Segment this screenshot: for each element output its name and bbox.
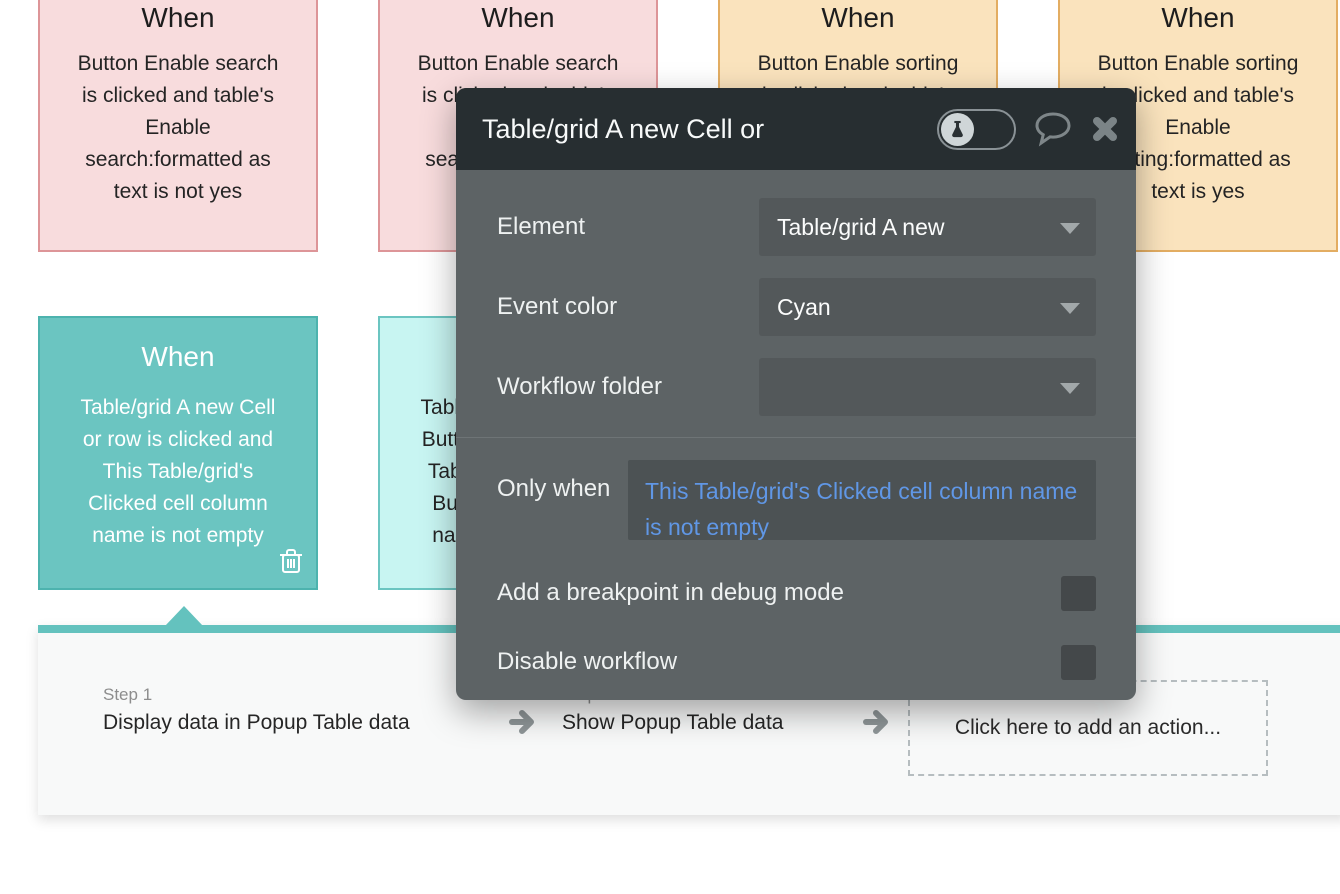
event-card-body: Button Enable search is clicked and tabl… — [77, 52, 279, 203]
event-card-title: When — [1161, 2, 1235, 33]
selected-event-pointer — [165, 606, 203, 626]
event-color-dropdown-value: Cyan — [777, 294, 831, 320]
add-action-label: Click here to add an action... — [954, 716, 1222, 739]
event-color-dropdown[interactable]: Cyan — [759, 278, 1096, 336]
event-color-label: Event color — [497, 293, 618, 320]
only-when-expression: This Table/grid's Clicked cell column na… — [645, 478, 1078, 540]
event-properties-modal: Table/grid A new Cell or Element Table/g… — [456, 88, 1136, 700]
workflow-folder-dropdown[interactable] — [759, 358, 1096, 416]
event-card-body: Table/grid A new Cell or row is clicked … — [80, 396, 276, 547]
experiment-flask-toggle[interactable] — [937, 108, 1016, 150]
event-card-enable-search-not-yes[interactable]: When Button Enable search is clicked and… — [38, 0, 318, 252]
step-arrow-icon — [862, 709, 892, 740]
event-card-title: When — [821, 2, 895, 33]
event-card-title: When — [141, 341, 215, 372]
modal-title: Table/grid A new Cell or — [482, 114, 765, 144]
modal-header: Table/grid A new Cell or — [456, 88, 1136, 170]
step1-label: Step 1 — [103, 685, 153, 704]
breakpoint-label: Add a breakpoint in debug mode — [497, 579, 844, 606]
disable-workflow-checkbox[interactable] — [1061, 645, 1096, 680]
step2-action[interactable]: Show Popup Table data — [562, 711, 783, 735]
only-when-expression-input[interactable]: This Table/grid's Clicked cell column na… — [628, 460, 1096, 540]
element-label: Element — [497, 213, 586, 240]
workflow-canvas: When Button Enable search is clicked and… — [0, 0, 1340, 894]
divider — [456, 437, 1136, 438]
event-card-title: When — [481, 2, 555, 33]
breakpoint-checkbox[interactable] — [1061, 576, 1096, 611]
event-card-cell-clicked-selected[interactable]: When Table/grid A new Cell or row is cli… — [38, 316, 318, 590]
workflow-folder-label: Workflow folder — [497, 373, 662, 400]
only-when-label: Only when — [497, 475, 611, 502]
flask-icon — [941, 112, 974, 146]
modal-header-icons — [937, 88, 1120, 170]
chevron-down-icon — [1060, 223, 1080, 234]
chevron-down-icon — [1060, 303, 1080, 314]
element-dropdown-value: Table/grid A new — [777, 214, 945, 240]
step1-action[interactable]: Display data in Popup Table data — [103, 711, 410, 735]
disable-workflow-label: Disable workflow — [497, 648, 678, 675]
element-dropdown[interactable]: Table/grid A new — [759, 198, 1096, 256]
chevron-down-icon — [1060, 383, 1080, 394]
trash-icon[interactable] — [278, 547, 304, 580]
step-arrow-icon — [508, 709, 538, 740]
close-icon[interactable] — [1090, 114, 1120, 144]
event-card-title: When — [141, 2, 215, 33]
comment-bubble-icon[interactable] — [1033, 110, 1073, 148]
